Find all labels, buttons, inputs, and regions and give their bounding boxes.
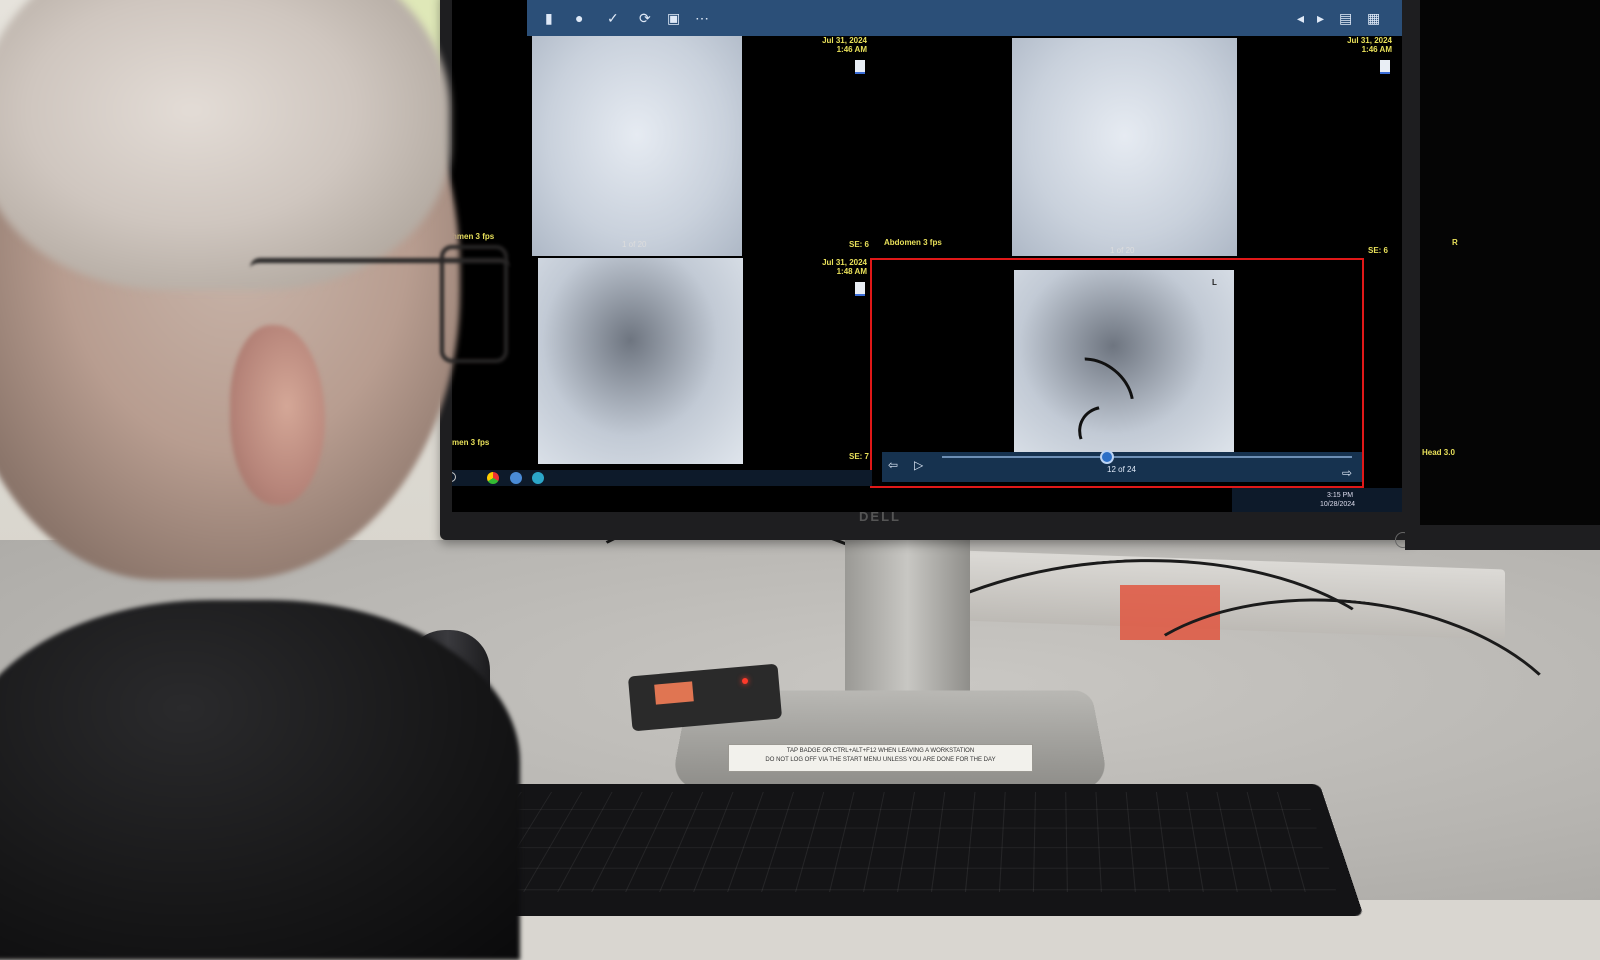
side-orientation-marker: R bbox=[1452, 238, 1458, 247]
frame-counter: 1 of 20 bbox=[1110, 246, 1135, 255]
monitor-icon[interactable]: ▤ bbox=[1339, 10, 1352, 27]
chrome-icon[interactable] bbox=[487, 472, 499, 484]
angiogram-image bbox=[532, 36, 742, 256]
document-icon[interactable] bbox=[1380, 60, 1390, 74]
viewport-date: Jul 31, 2024 bbox=[822, 36, 867, 45]
tray-date: 10/28/2024 bbox=[1320, 501, 1356, 508]
frame-counter: 1 of 20 bbox=[622, 240, 647, 249]
head-icon[interactable]: ● bbox=[575, 10, 583, 26]
badge-reader-led bbox=[742, 678, 748, 684]
stand-label-line-1: TAP BADGE OR CTRL+ALT+F12 WHEN LEAVING A… bbox=[786, 748, 975, 754]
viewport-time: 1:46 AM bbox=[1361, 45, 1392, 54]
angiogram-image bbox=[538, 258, 743, 464]
badge-reader-tag bbox=[654, 681, 694, 705]
viewer-toolbar: ▮ ● ✓ ⟳ ▣ ⋯ ◂ ▸ ▤ ▦ bbox=[527, 0, 1402, 36]
more-icon[interactable]: ⋯ bbox=[695, 10, 709, 27]
windows-taskbar bbox=[452, 470, 872, 486]
document-icon[interactable] bbox=[855, 60, 865, 74]
search-icon[interactable] bbox=[452, 472, 456, 482]
viewport-time: 1:46 AM bbox=[836, 45, 867, 54]
side-protocol-label: Head 3.0 bbox=[1422, 448, 1455, 457]
series-number: SE: 6 bbox=[1367, 246, 1388, 255]
tray-time: 3:15 PM bbox=[1327, 492, 1354, 499]
side-monitor-screen: R Head 3.0 bbox=[1420, 0, 1600, 525]
sync-icon[interactable]: ⟳ bbox=[639, 10, 651, 27]
series-number: SE: 6 bbox=[848, 240, 869, 249]
stand-label-line-2: DO NOT LOG OFF VIA THE START MENU UNLESS… bbox=[765, 757, 996, 763]
prev-icon[interactable]: ◂ bbox=[1297, 10, 1304, 27]
keyboard-keys bbox=[455, 791, 1337, 893]
document-icon[interactable] bbox=[855, 282, 865, 296]
person-hair bbox=[0, 0, 450, 290]
edge-icon[interactable] bbox=[532, 472, 544, 484]
stand-label: TAP BADGE OR CTRL+ALT+F12 WHEN LEAVING A… bbox=[728, 744, 1033, 772]
angiogram-image bbox=[1012, 38, 1237, 256]
next-icon[interactable]: ▸ bbox=[1317, 10, 1324, 27]
series-number: SE: 7 bbox=[848, 452, 869, 461]
protocol-label: men 3 fps bbox=[452, 438, 490, 447]
grid-icon[interactable]: ▦ bbox=[1367, 10, 1380, 27]
monitor-stand-neck bbox=[845, 530, 970, 700]
monitor-screen: ▮ ● ✓ ⟳ ▣ ⋯ ◂ ▸ ▤ ▦ Jul 31, 2024 1:46 AM… bbox=[452, 0, 1402, 512]
eyeglasses-lens bbox=[440, 245, 508, 363]
selected-viewport-border bbox=[870, 258, 1364, 488]
browser-icon[interactable] bbox=[510, 472, 522, 484]
check-icon[interactable]: ✓ bbox=[607, 10, 619, 27]
viewport-bottom-left[interactable]: Jul 31, 2024 1:48 AM SE: 7 men 3 fps bbox=[452, 258, 877, 470]
viewport-date: Jul 31, 2024 bbox=[822, 258, 867, 267]
viewport-top-left[interactable]: Jul 31, 2024 1:46 AM 1 of 20 SE: 6 hmen … bbox=[452, 36, 877, 256]
viewport-date: Jul 31, 2024 bbox=[1347, 36, 1392, 45]
cube-icon[interactable]: ▣ bbox=[667, 10, 680, 27]
viewport-top-right[interactable]: Jul 31, 2024 1:46 AM 1 of 20 SE: 6 Abdom… bbox=[882, 36, 1402, 256]
layout-icon[interactable]: ▮ bbox=[545, 10, 553, 27]
viewport-time: 1:48 AM bbox=[836, 267, 867, 276]
system-tray: 3:15 PM 10/28/2024 bbox=[1232, 488, 1402, 512]
person-shirt bbox=[0, 600, 520, 960]
protocol-label: Abdomen 3 fps bbox=[884, 238, 942, 247]
